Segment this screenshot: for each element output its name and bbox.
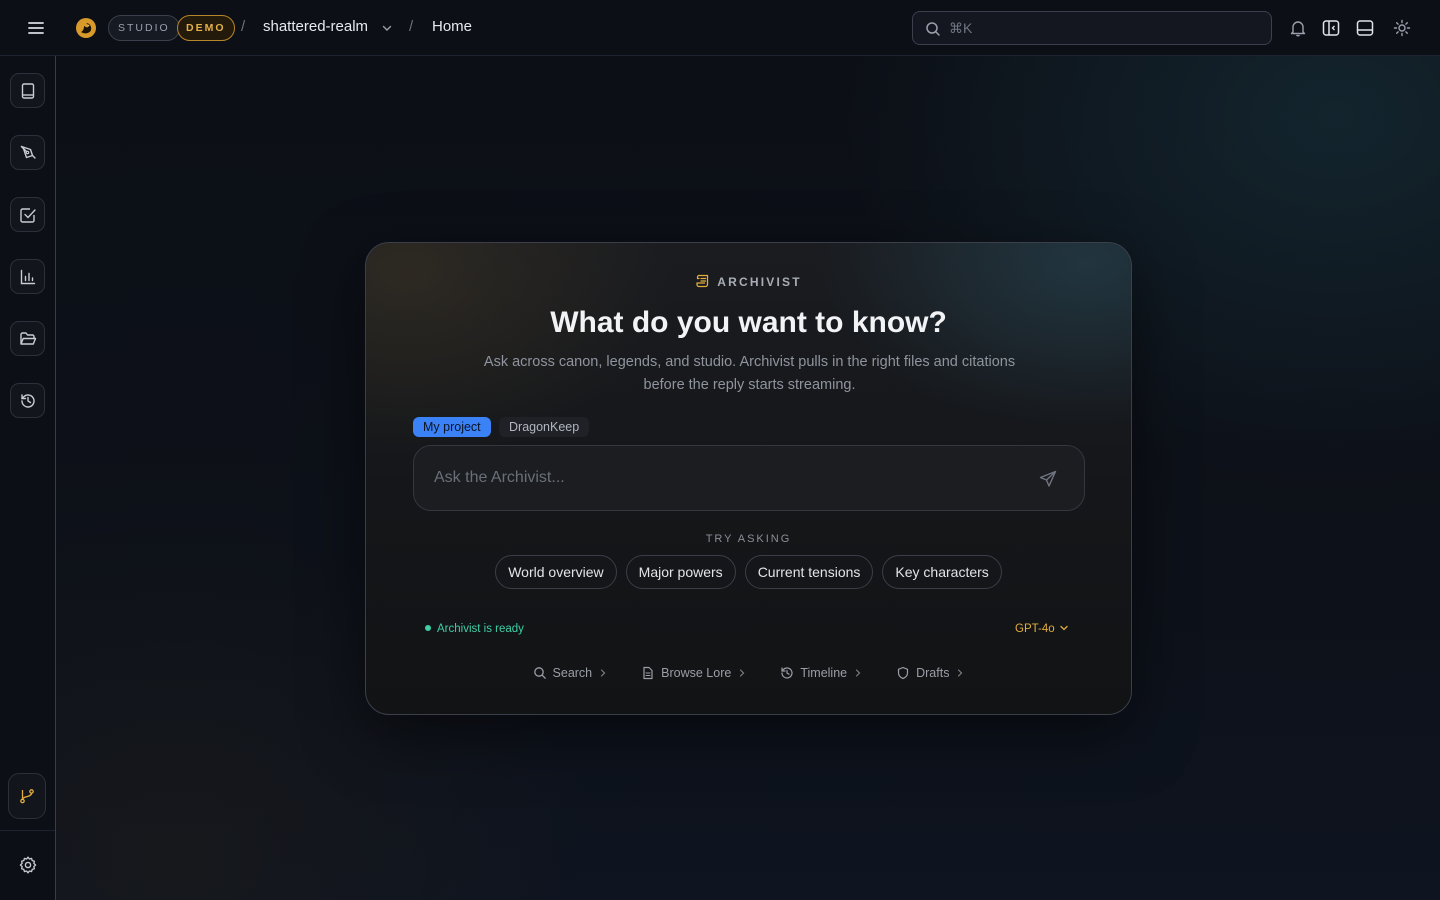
quick-link-search[interactable]: Search	[533, 666, 608, 680]
scope-my-project[interactable]: My project	[413, 417, 491, 437]
bell-icon[interactable]	[1288, 18, 1308, 38]
chevron-right-icon	[601, 669, 606, 677]
quick-link-label: Timeline	[800, 666, 848, 680]
quick-links: Search Browse Lore Timeline Drafts	[366, 666, 1131, 680]
search-icon	[926, 22, 940, 36]
history-icon	[20, 393, 35, 408]
chevron-right-icon	[958, 669, 963, 677]
scope-dragonkeep[interactable]: DragonKeep	[499, 417, 590, 437]
search-icon	[533, 667, 546, 679]
quick-link-label: Search	[552, 666, 593, 680]
sidebar-item-analytics[interactable]	[10, 259, 45, 294]
chevron-right-icon	[740, 669, 745, 677]
scroll-icon	[696, 274, 709, 288]
history-icon	[781, 667, 793, 679]
suggestion-chip[interactable]: World overview	[495, 555, 617, 589]
sidebar-item-history[interactable]	[10, 383, 45, 418]
panel-left-icon[interactable]	[1321, 18, 1341, 38]
chevron-right-icon	[856, 669, 861, 677]
status-dot	[425, 625, 431, 631]
top-bar: STUDIO DEMO / shattered-realm / Home	[0, 0, 1440, 56]
try-asking-label: TRY ASKING	[705, 533, 792, 545]
suggestion-chip[interactable]: Current tensions	[744, 555, 874, 589]
sidebar-item-files[interactable]	[10, 321, 45, 356]
file-text-icon	[643, 666, 653, 680]
dragon-logo-icon[interactable]	[74, 16, 98, 40]
sidebar-divider	[0, 830, 55, 831]
sidebar-item-branches[interactable]	[8, 773, 46, 819]
folder-open-icon	[19, 331, 36, 345]
chevron-down-icon	[1059, 625, 1068, 631]
page-title: What do you want to know?	[550, 306, 947, 339]
quick-link-timeline[interactable]: Timeline	[780, 666, 862, 680]
pen-tool-icon	[20, 145, 36, 159]
suggestion-chip[interactable]: Key characters	[882, 555, 1002, 589]
breadcrumb-separator: /	[409, 18, 414, 35]
page-subtitle: Ask across canon, legends, and studio. A…	[483, 354, 1016, 393]
archivist-card: ARCHIVIST What do you want to know? Ask …	[365, 242, 1132, 715]
breadcrumb-home[interactable]: Home	[432, 18, 472, 35]
sun-icon[interactable]	[1392, 18, 1412, 38]
quick-link-browse-lore[interactable]: Browse Lore	[641, 666, 746, 680]
studio-badge: STUDIO	[108, 15, 180, 41]
archivist-label: ARCHIVIST	[717, 275, 802, 289]
search-input[interactable]	[949, 12, 1259, 44]
book-icon	[21, 82, 34, 99]
main-area: ARCHIVIST What do you want to know? Ask …	[56, 56, 1440, 900]
breadcrumb-separator: /	[241, 18, 246, 35]
gear-icon	[19, 856, 36, 873]
archivist-eyebrow: ARCHIVIST	[366, 273, 1131, 289]
chevron-down-icon[interactable]	[381, 22, 393, 34]
quick-link-label: Drafts	[916, 666, 950, 680]
sidebar-item-studio[interactable]	[10, 135, 45, 170]
search-box[interactable]	[912, 11, 1272, 45]
model-selector[interactable]: GPT-4o	[1015, 623, 1069, 635]
status-text: Archivist is ready	[437, 623, 524, 635]
bar-chart-icon	[20, 269, 35, 284]
quick-link-label: Browse Lore	[661, 666, 732, 680]
ask-box[interactable]	[413, 445, 1085, 511]
sidebar-item-lore[interactable]	[10, 73, 45, 108]
send-icon[interactable]	[1038, 469, 1058, 489]
suggestion-chip[interactable]: Major powers	[625, 555, 736, 589]
ask-input[interactable]	[434, 446, 1014, 510]
sidebar	[0, 56, 56, 900]
git-branch-icon	[20, 789, 34, 804]
sidebar-item-tasks[interactable]	[10, 197, 45, 232]
model-label: GPT-4o	[1015, 623, 1055, 635]
status-indicator: Archivist is ready	[425, 623, 524, 635]
quick-link-drafts[interactable]: Drafts	[896, 666, 964, 680]
sidebar-item-settings[interactable]	[10, 847, 45, 882]
shield-icon	[898, 666, 909, 680]
demo-badge: DEMO	[177, 15, 235, 41]
panel-bottom-icon[interactable]	[1355, 18, 1375, 38]
project-switcher[interactable]: shattered-realm	[263, 18, 368, 35]
hamburger-icon[interactable]	[26, 18, 46, 38]
suggestion-chips: World overview Major powers Current tens…	[366, 555, 1131, 589]
checkbox-icon	[19, 207, 36, 223]
